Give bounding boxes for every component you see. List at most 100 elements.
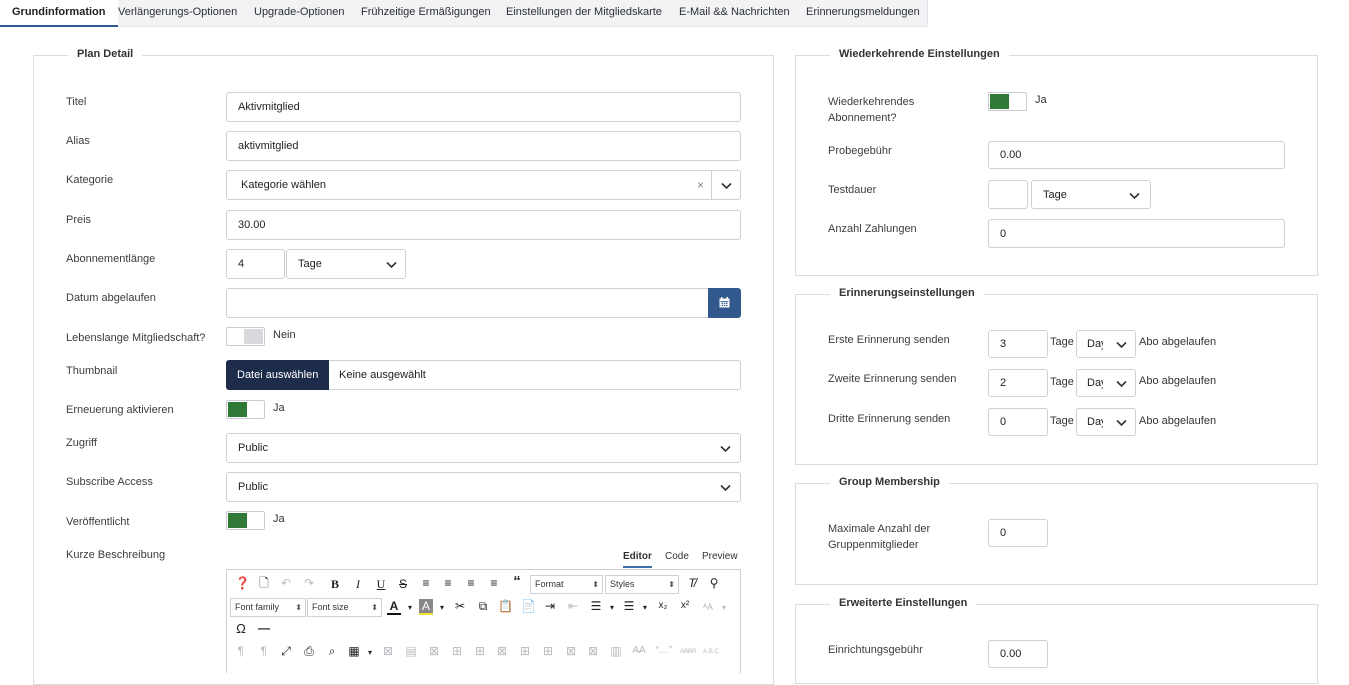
paste-icon[interactable]: 📋 bbox=[498, 599, 513, 613]
preis-input[interactable]: 30.00 bbox=[226, 210, 741, 240]
caret-down-icon[interactable]: ▾ bbox=[717, 601, 731, 615]
erste-erinnerung-select[interactable]: Days bbox=[1076, 330, 1136, 358]
abonnementlaenge-unit-select[interactable]: Tage bbox=[286, 249, 406, 279]
copy-icon[interactable]: ⧉ bbox=[476, 599, 490, 613]
probegebuehr-input[interactable]: 0.00 bbox=[988, 141, 1285, 169]
lebenslange-mitgliedschaft-toggle[interactable] bbox=[226, 327, 265, 346]
testdauer-unit-select[interactable]: Tage bbox=[1031, 180, 1151, 209]
abonnementlaenge-input[interactable]: 4 bbox=[226, 249, 285, 279]
redo-icon[interactable]: ↷ bbox=[302, 576, 316, 590]
search-icon[interactable]: ⌕ bbox=[325, 644, 339, 658]
align-justify-icon[interactable]: ≡ bbox=[419, 576, 433, 590]
help-icon[interactable]: ❓ bbox=[235, 576, 250, 590]
new-document-icon[interactable]: 🗋 bbox=[257, 576, 271, 590]
titel-input[interactable]: Aktivmitglied bbox=[226, 92, 741, 122]
tab-editor[interactable]: Editor bbox=[623, 551, 652, 568]
abbreviation-icon[interactable]: ABBR bbox=[680, 645, 696, 659]
clear-icon[interactable]: × bbox=[697, 171, 704, 199]
table-row-props-icon[interactable]: ▤ bbox=[404, 644, 418, 658]
omega-icon[interactable]: Ω bbox=[234, 622, 248, 636]
paragraph-rtl-icon[interactable]: ¶ bbox=[257, 644, 271, 658]
caret-down-icon[interactable]: ▾ bbox=[435, 601, 449, 615]
font-family-select[interactable]: Font family ⬍ bbox=[230, 598, 306, 617]
horizontal-rule-icon[interactable]: — bbox=[257, 621, 271, 635]
subscribe-access-select[interactable]: Public bbox=[226, 472, 741, 502]
font-size-select[interactable]: Font size ⬍ bbox=[307, 598, 382, 617]
undo-icon[interactable]: ↶ bbox=[279, 576, 293, 590]
dritte-erinnerung-input[interactable]: 0 bbox=[988, 408, 1048, 436]
paragraph-ltr-icon[interactable]: ¶ bbox=[234, 644, 248, 658]
quote-icon[interactable]: “…” bbox=[655, 644, 673, 658]
testdauer-input[interactable] bbox=[988, 180, 1028, 209]
table-delete-icon[interactable]: ⊠ bbox=[381, 644, 395, 658]
table-insert-col-before-icon[interactable]: ⊞ bbox=[518, 644, 532, 658]
kategorie-select[interactable]: Kategorie wählen × bbox=[226, 170, 741, 200]
font-case-icon[interactable]: ᴬA bbox=[701, 600, 715, 614]
datum-abgelaufen-input[interactable] bbox=[226, 288, 709, 318]
numbered-list-icon[interactable]: ☰ bbox=[589, 599, 603, 613]
table-split-cells-icon[interactable]: ⊠ bbox=[586, 644, 600, 658]
dritte-erinnerung-select[interactable]: Days bbox=[1076, 408, 1136, 436]
subscript-icon[interactable]: x₂ bbox=[656, 599, 670, 613]
superscript-icon[interactable]: x² bbox=[678, 599, 692, 613]
erneuerung-aktivieren-toggle[interactable] bbox=[226, 400, 265, 419]
text-color-icon[interactable]: A bbox=[387, 599, 401, 615]
table-icon[interactable]: ▦ bbox=[347, 644, 361, 658]
tab-erinnerungsmeldungen[interactable]: Erinnerungsmeldungen bbox=[806, 0, 920, 27]
anzahl-zahlungen-input[interactable]: 0 bbox=[988, 219, 1285, 248]
datei-auswaehlen-button[interactable]: Datei auswählen bbox=[226, 360, 330, 390]
underline-icon[interactable]: U bbox=[374, 577, 388, 591]
acronym-icon[interactable]: A.B.C bbox=[703, 645, 719, 659]
align-center-icon[interactable]: ≡ bbox=[441, 576, 455, 590]
blockquote-icon[interactable]: “ bbox=[510, 574, 524, 589]
rich-text-editor[interactable]: ❓ 🗋 ↶ ↷ B I U S ≡ ≡ ≡ ≡ “ Format ⬍ Styles… bbox=[226, 569, 741, 673]
maximale-gruppenmitglieder-input[interactable]: 0 bbox=[988, 519, 1048, 547]
caret-down-icon[interactable]: ▾ bbox=[363, 646, 377, 660]
paste-text-icon[interactable]: 📄 bbox=[521, 599, 536, 613]
table-delete-row-icon[interactable]: ⊠ bbox=[495, 644, 509, 658]
table-insert-col-after-icon[interactable]: ⊞ bbox=[541, 644, 555, 658]
align-left-icon[interactable]: ≡ bbox=[464, 576, 478, 590]
tab-upgrade-optionen[interactable]: Upgrade-Optionen bbox=[254, 0, 345, 27]
styles-select[interactable]: Styles ⬍ bbox=[605, 575, 679, 594]
table-cell-props-icon[interactable]: ⊠ bbox=[427, 644, 441, 658]
tab-code[interactable]: Code bbox=[665, 551, 689, 562]
alias-input[interactable]: aktivmitglied bbox=[226, 131, 741, 161]
zweite-erinnerung-input[interactable]: 2 bbox=[988, 369, 1048, 397]
clear-formatting-icon[interactable]: T̸ bbox=[685, 576, 699, 590]
format-select[interactable]: Format ⬍ bbox=[530, 575, 603, 594]
veroeffentlicht-toggle[interactable] bbox=[226, 511, 265, 530]
wiederkehrendes-abonnement-toggle[interactable] bbox=[988, 92, 1027, 111]
print-icon[interactable]: ⎙ bbox=[302, 644, 316, 658]
tab-grundinformation[interactable]: Grundinformation bbox=[0, 0, 118, 27]
background-color-icon[interactable]: A bbox=[419, 599, 433, 615]
cut-icon[interactable]: ✂ bbox=[453, 599, 467, 613]
table-delete-col-icon[interactable]: ⊠ bbox=[564, 644, 578, 658]
caret-down-icon[interactable]: ▾ bbox=[605, 601, 619, 615]
tab-mitgliedskarte[interactable]: Einstellungen der Mitgliedskarte bbox=[506, 0, 662, 27]
align-right-icon[interactable]: ≡ bbox=[487, 576, 501, 590]
format-painter-icon[interactable]: ⚲ bbox=[707, 576, 721, 590]
outdent-icon[interactable]: ⇤ bbox=[566, 599, 580, 613]
table-insert-row-after-icon[interactable]: ⊞ bbox=[473, 644, 487, 658]
indent-icon[interactable]: ⇥ bbox=[543, 599, 557, 613]
tab-verlaengerungs-optionen[interactable]: Verlängerungs-Optionen bbox=[118, 0, 237, 27]
tab-preview[interactable]: Preview bbox=[702, 551, 738, 562]
caret-down-icon[interactable]: ▾ bbox=[638, 601, 652, 615]
calendar-button[interactable] bbox=[708, 288, 741, 318]
bold-icon[interactable]: B bbox=[328, 577, 342, 591]
zugriff-select[interactable]: Public bbox=[226, 433, 741, 463]
tab-email-nachrichten[interactable]: E-Mail && Nachrichten bbox=[679, 0, 790, 27]
italic-icon[interactable]: I bbox=[351, 577, 365, 591]
erste-erinnerung-input[interactable]: 3 bbox=[988, 330, 1048, 358]
table-insert-row-before-icon[interactable]: ⊞ bbox=[450, 644, 464, 658]
einrichtungsgebuehr-input[interactable]: 0.00 bbox=[988, 640, 1048, 668]
fullscreen-icon[interactable]: ⤢ bbox=[279, 644, 293, 658]
strikethrough-icon[interactable]: S bbox=[396, 577, 410, 591]
caret-down-icon[interactable]: ▾ bbox=[403, 601, 417, 615]
zweite-erinnerung-select[interactable]: Days bbox=[1076, 369, 1136, 397]
table-merge-cells-icon[interactable]: ▥ bbox=[609, 644, 623, 658]
font-size-toggle-icon[interactable]: A̶A bbox=[632, 644, 646, 658]
bullet-list-icon[interactable]: ☰ bbox=[622, 599, 636, 613]
tab-fruehzeitige-ermaessigungen[interactable]: Frühzeitige Ermäßigungen bbox=[361, 0, 491, 27]
